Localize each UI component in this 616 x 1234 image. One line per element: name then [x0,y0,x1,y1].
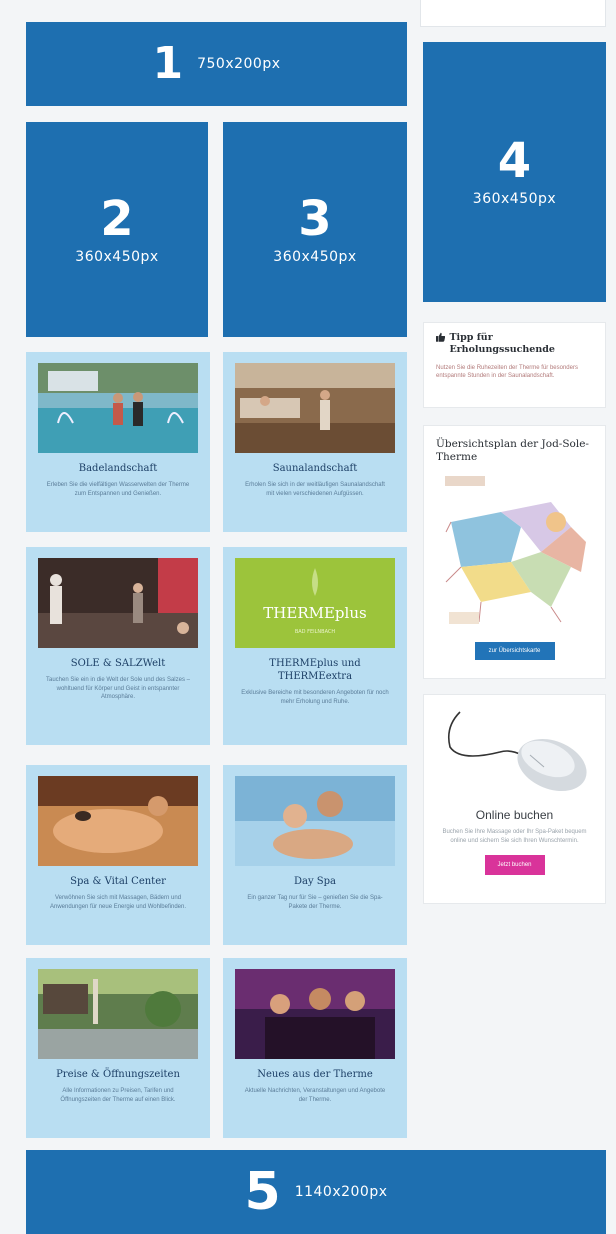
card-description: Erleben Sie die vielfältigen Wasserwelte… [46,482,190,497]
top-right-strip [420,0,606,27]
card-title: Badelandschaft [78,463,158,474]
card-title: Day Spa [293,876,337,887]
banner-placeholder-4[interactable]: 4 360x450px [423,42,606,302]
card-description: Aktuelle Nachrichten, Veranstaltungen un… [244,1088,386,1103]
book-button[interactable]: Jetzt buchen [484,855,545,875]
party-photo [235,969,395,1059]
card-title: SOLE & SALZWelt [70,658,166,669]
banner-number: 2 [100,190,134,247]
card-title: Spa & Vital Center [70,876,166,887]
card-title: THERMEplus und THERMEextra [269,658,361,682]
banner-number: 1 [152,38,184,89]
card-neues[interactable]: Neues aus der Therme Aktuelle Nachrichte… [223,958,407,1138]
card-title: Preise & Öffnungszeiten [56,1069,180,1080]
banner-size-label: 360x450px [273,248,357,265]
card-description: Ein ganzer Tag nur für Sie – genießen Si… [247,895,383,910]
svg-text:THERMEplus: THERMEplus [263,604,366,622]
banner-size-label: 750x200px [197,56,281,72]
sauna-photo [235,363,395,453]
site-map-image[interactable] [440,472,589,632]
banner-placeholder-2[interactable]: 2 360x450px [26,122,208,337]
computer-mouse-image [447,711,587,792]
card-description: Tauchen Sie ein in die Welt der Sole und… [46,677,190,700]
card-day-spa[interactable]: Day Spa Ein ganzer Tag nur für Sie – gen… [223,765,407,945]
banner-size-label: 360x450px [75,248,159,265]
card-badelandschaft[interactable]: Badelandschaft Erleben Sie die vielfälti… [26,352,210,532]
banner-placeholder-5[interactable]: 5 1140x200px [26,1150,606,1234]
plan-box: Übersichtsplan der Jod-Sole-Therme zur Ü… [423,425,606,679]
banner-size-label: 1140x200px [294,1184,388,1200]
massage-photo [38,776,198,866]
booking-box: Online buchen Buchen Sie Ihre Massage od… [423,694,606,904]
card-description: Erholen Sie sich in der weitläufigen Sau… [245,482,385,497]
card-saunalandschaft[interactable]: Saunalandschaft Erholen Sie sich in der … [223,352,407,532]
thumbs-up-icon [436,332,446,342]
map-button[interactable]: zur Übersichtskarte [474,642,555,660]
pool-photo [38,363,198,453]
card-sole-salzwelt[interactable]: SOLE & SALZWelt Tauchen Sie ein in die W… [26,547,210,745]
plan-title: Übersichtsplan der Jod-Sole-Therme [436,438,589,463]
day-spa-photo [235,776,395,866]
card-title: Saunalandschaft [272,463,358,474]
card-thermeplus[interactable]: THERMEplus BAD FEILNBACH THERMEplus und … [223,547,407,745]
banner-number: 5 [244,1162,281,1222]
card-title: Neues aus der Therme [257,1069,373,1080]
banner-placeholder-1[interactable]: 1 750x200px [26,22,407,106]
banner-number: 4 [497,133,532,189]
card-description: Alle Informationen zu Preisen, Tarifen u… [60,1088,176,1103]
garden-photo [38,969,198,1059]
booking-text: Buchen Sie Ihre Massage oder Ihr Spa-Pak… [442,829,587,844]
tipp-text: Nutzen Sie die Ruhezeiten der Therme für… [436,365,578,379]
card-preise[interactable]: Preise & Öffnungszeiten Alle Information… [26,958,210,1138]
card-description: Verwöhnen Sie sich mit Massagen, Bädern … [50,895,186,910]
booking-title: Online buchen [475,808,554,822]
tipp-box: Tipp für Erholungssuchende Nutzen Sie di… [423,322,606,408]
banner-size-label: 360x450px [472,191,557,207]
svg-text:BAD FEILNBACH: BAD FEILNBACH [295,629,336,635]
banner-number: 3 [298,190,332,247]
thermeplus-logo-image: THERMEplus BAD FEILNBACH [235,558,395,648]
salt-world-photo [38,558,198,648]
tipp-title: Tipp für Erholungssuchende [449,332,555,355]
banner-placeholder-3[interactable]: 3 360x450px [223,122,407,337]
card-spa-vital[interactable]: Spa & Vital Center Verwöhnen Sie sich mi… [26,765,210,945]
card-description: Exklusive Bereiche mit besonderen Angebo… [241,690,389,705]
